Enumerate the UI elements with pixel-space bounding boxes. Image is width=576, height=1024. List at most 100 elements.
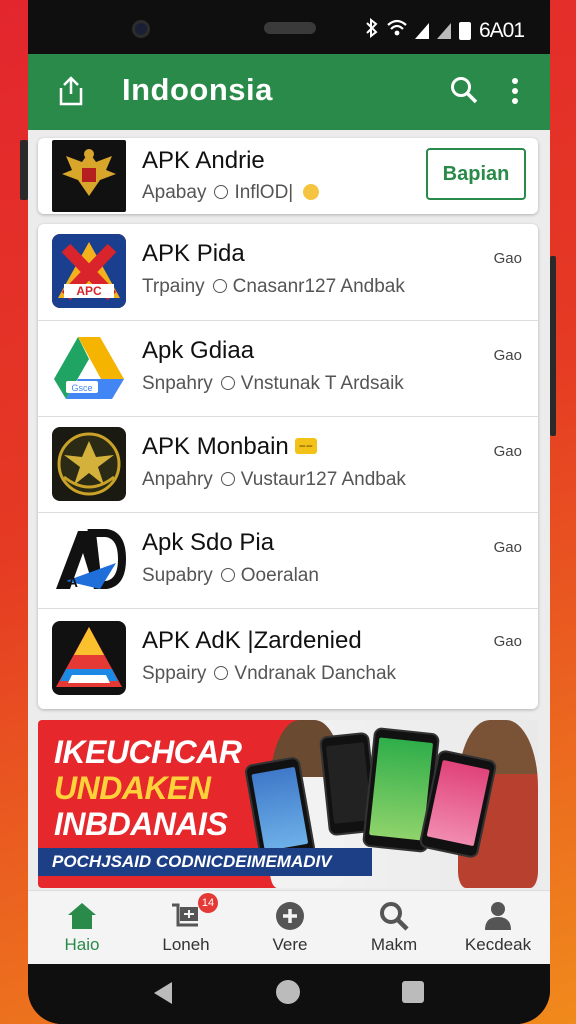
featured-sub-right: InflOD| (234, 182, 294, 203)
wifi-icon (387, 19, 407, 43)
list-item[interactable]: Gsce Apk Gdiaa Snpahry Vnstunak T Ardsaik… (38, 320, 538, 416)
bluetooth-icon (365, 17, 379, 44)
system-navigation (28, 964, 550, 1024)
app-sub-left: Snpahry (142, 373, 213, 394)
app-title: Apk Sdo Pia (142, 529, 275, 556)
app-subtitle: Sppairy Vndranak Danchak (142, 663, 396, 685)
search-icon[interactable] (450, 76, 478, 104)
battery-icon (458, 22, 471, 40)
app-title: Indoonsia (122, 72, 273, 107)
app-sub-right: Vnstunak T Ardsaik (240, 373, 404, 394)
clock-icon (220, 472, 235, 486)
app-sub-right: Ooeralan (240, 565, 319, 586)
list-item[interactable]: APK Monbain −− Anpahry Vustaur127 Andbak G… (38, 416, 538, 512)
triangle-logo-icon (52, 621, 126, 695)
app-sub-right: Vndranak Danchak (234, 663, 397, 684)
list-item[interactable]: /A Apk Sdo Pia Supabry Ooeralan Gao (38, 512, 538, 608)
nav-item-profile[interactable]: Kecdeak (446, 891, 550, 965)
garuda-emblem-icon (52, 140, 126, 212)
apc-logo-icon: APC (52, 234, 126, 308)
app-title: APK AdK |Zardenied (142, 627, 362, 654)
status-icons: 6A01 (365, 17, 525, 44)
banner-line-2: UNDAKEN (54, 770, 211, 806)
app-sub-right: Cnasanr127 Andbak (232, 276, 405, 297)
app-subtitle: Trpainy Cnasanr127 Andbak (142, 276, 405, 298)
banner-line-3: INBDANAIS (54, 806, 228, 842)
app-list-content: APK Andrie Apabay InflOD| Bapian APC APK… (28, 130, 550, 890)
ad-logo-icon: /A (52, 523, 126, 597)
banner-line-1: IKEUCHCAR (54, 734, 242, 770)
app-list-card: APC APK Pida Trpainy Cnasanr127 Andbak Ga… (38, 224, 538, 709)
svg-text:APC: APC (76, 284, 102, 298)
featured-app-subtitle: Apabay InflOD| (142, 182, 319, 204)
more-vert-icon[interactable] (510, 76, 520, 106)
app-sub-right: Vustaur127 Andbak (240, 469, 406, 490)
app-subtitle: Snpahry Vnstunak T Ardsaik (142, 373, 404, 395)
notification-badge: 14 (198, 893, 218, 913)
nav-label: Kecdeak (464, 935, 532, 954)
app-badge: −− (294, 438, 317, 454)
list-item[interactable]: APK AdK |Zardenied Sppairy Vndranak Danch… (38, 608, 538, 708)
bottom-navigation: Haio 14 Loneh Vere Makm Kecdeak (28, 890, 550, 964)
app-subtitle: Anpahry Vustaur127 Andbak (142, 469, 406, 491)
app-title-text: APK Monbain (142, 433, 289, 460)
back-icon[interactable] (154, 982, 172, 1004)
nav-label: Loneh (162, 935, 210, 954)
app-sub-left: Anpahry (142, 469, 213, 490)
svg-text:Gsce: Gsce (71, 383, 92, 393)
phone-frame: 6A01 Indoonsia APK Andrie Apabay InflOD|… (28, 0, 550, 1024)
featured-app-title: APK Andrie (142, 147, 265, 174)
app-subtitle: Supabry Ooeralan (142, 565, 319, 587)
app-bar: Indoonsia (28, 54, 550, 130)
search-icon (378, 901, 410, 931)
person-icon (482, 901, 514, 931)
svg-text:/A: /A (64, 574, 78, 590)
recents-icon[interactable] (402, 981, 424, 1003)
home-button-icon[interactable] (276, 980, 300, 1004)
power-button (550, 256, 556, 436)
app-title: APK Monbain −− (142, 433, 317, 461)
app-title: APK Pida (142, 240, 245, 267)
app-action[interactable]: Gao (494, 633, 522, 650)
app-title: Apk Gdiaa (142, 337, 255, 364)
app-action[interactable]: Gao (494, 443, 522, 460)
volume-button (20, 140, 28, 200)
front-camera (132, 20, 150, 38)
clock-icon (220, 376, 235, 390)
share-icon[interactable] (58, 76, 84, 106)
clock-icon (214, 666, 229, 680)
signal-icon (414, 23, 429, 39)
nav-label: Vere (272, 935, 308, 954)
nav-label: Haio (64, 935, 100, 954)
app-action[interactable]: Gao (494, 347, 522, 364)
drive-logo-icon: Gsce (52, 331, 126, 405)
emoji-icon (302, 184, 319, 200)
plus-circle-icon (274, 901, 306, 931)
install-button[interactable]: Bapian (426, 148, 526, 200)
nav-item-home[interactable]: Haio (30, 891, 134, 965)
status-bar: 6A01 (28, 0, 550, 54)
featured-app-card[interactable]: APK Andrie Apabay InflOD| Bapian (38, 138, 538, 214)
app-sub-left: Sppairy (142, 663, 207, 684)
cart-icon (170, 901, 202, 931)
list-item[interactable]: APC APK Pida Trpainy Cnasanr127 Andbak Ga… (38, 224, 538, 320)
signal-icon (436, 23, 451, 39)
nav-label: Makm (370, 935, 418, 954)
app-action[interactable]: Gao (494, 539, 522, 556)
app-sub-left: Trpainy (142, 276, 205, 297)
clock-icon (220, 568, 235, 582)
featured-sub-left: Apabay (142, 182, 207, 203)
app-action[interactable]: Gao (494, 250, 522, 267)
nav-item-cart[interactable]: 14 Loneh (134, 891, 238, 965)
status-time: 6A01 (478, 19, 525, 42)
nav-item-search[interactable]: Makm (342, 891, 446, 965)
banner-strip: POCHJSAID CODNICDEIMEMADIV (38, 848, 372, 876)
clock-icon (214, 185, 229, 199)
app-sub-left: Supabry (142, 565, 213, 586)
nav-item-add[interactable]: Vere (238, 891, 342, 965)
promo-banner[interactable]: IKEUCHCAR UNDAKEN INBDANAIS POCHJSAID CO… (38, 720, 538, 888)
clock-icon (212, 279, 227, 293)
earpiece-speaker (264, 22, 316, 34)
garuda-emblem-icon (52, 427, 126, 501)
home-icon (66, 901, 98, 931)
